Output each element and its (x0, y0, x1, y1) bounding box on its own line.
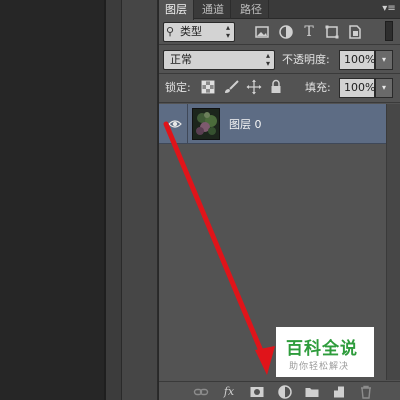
layers-bottom-toolbar: fx (159, 381, 400, 400)
image-filter-icon[interactable] (254, 24, 270, 40)
watermark-subtitle: 助你轻松解决 (289, 362, 350, 372)
tab-channels[interactable]: 通道 (196, 0, 231, 19)
panel-dock-gutter (106, 0, 121, 400)
lock-move-icon[interactable] (246, 79, 262, 95)
new-group-icon[interactable] (304, 384, 320, 400)
fx-icon[interactable]: fx (221, 384, 237, 400)
filter-kind-dropdown[interactable]: ⚲ 类型 ▴ ▾ (163, 22, 235, 42)
lock-paint-icon[interactable] (223, 80, 239, 94)
fill-dropdown-button[interactable]: ▾ (375, 78, 393, 98)
adjustment-filter-icon[interactable] (278, 24, 294, 40)
blend-opacity-row: 正常 ▴ ▾ 不透明度: 100% ▾ (159, 45, 400, 73)
blend-mode-dropdown[interactable]: 正常 ▴ ▾ (163, 50, 275, 70)
lock-transparent-icon[interactable] (201, 80, 215, 94)
document-canvas-area (0, 0, 104, 400)
adjustment-layer-icon[interactable] (277, 384, 293, 400)
panel-menu-icon[interactable]: ▾≡ (382, 2, 396, 16)
divider (159, 102, 400, 103)
opacity-label: 不透明度: (282, 53, 330, 66)
lock-all-icon[interactable] (269, 79, 283, 95)
fx-label: fx (223, 385, 235, 398)
type-filter-icon[interactable]: T (301, 24, 317, 40)
filter-toggle-switch[interactable] (385, 21, 393, 41)
layer-thumbnail-image (193, 109, 219, 139)
shape-filter-icon[interactable] (324, 24, 340, 40)
eye-visibility-icon[interactable] (168, 117, 182, 131)
opacity-input[interactable]: 100% (339, 50, 375, 70)
add-mask-icon[interactable] (249, 384, 265, 400)
tab-paths[interactable]: 路径 (234, 0, 269, 19)
new-layer-icon[interactable] (331, 384, 347, 400)
fill-input[interactable]: 100% (339, 78, 375, 98)
watermark-badge: 百科全说 助你轻松解决 (276, 327, 374, 377)
layer-filter-row: ⚲ 类型 ▴ ▾ T (159, 19, 400, 43)
filter-kind-label: 类型 (180, 25, 202, 38)
opacity-dropdown-button[interactable]: ▾ (375, 50, 393, 70)
collapsed-panel-dock (122, 0, 158, 400)
layer-name[interactable]: 图层 0 (229, 116, 262, 132)
search-icon: ⚲ (166, 25, 175, 38)
lock-fill-row: 锁定: 填充: 100% ▾ (159, 74, 400, 102)
blend-mode-value: 正常 (170, 53, 192, 66)
lock-label: 锁定: (165, 81, 191, 94)
fill-label: 填充: (305, 81, 331, 94)
smart-object-filter-icon[interactable] (347, 24, 363, 40)
layer-thumbnail[interactable] (192, 108, 220, 140)
delete-layer-icon[interactable] (358, 384, 374, 400)
dropdown-arrows-icon: ▴ ▾ (265, 51, 270, 68)
link-layers-icon[interactable] (193, 384, 209, 400)
tab-layers[interactable]: 图层 (159, 0, 194, 20)
dropdown-arrows-icon: ▴ ▾ (225, 23, 230, 40)
layers-scrollbar[interactable] (386, 104, 400, 380)
watermark-title: 百科全说 (286, 339, 358, 359)
panel-tab-bar: 图层 通道 路径 ▾≡ (159, 0, 400, 20)
eye-column-divider (187, 104, 188, 144)
layer-row[interactable]: 图层 0 (159, 104, 386, 144)
